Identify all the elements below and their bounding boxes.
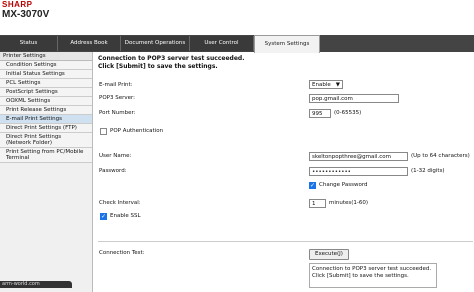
pop3-server-input[interactable]: pop.gmail.com	[309, 94, 399, 103]
username-label: User Name:	[99, 153, 132, 159]
chevron-down-icon: ▼	[335, 82, 340, 88]
sidebar-group-printer-settings[interactable]: Printer Settings	[0, 52, 92, 61]
username-input[interactable]: skeltonpopthree@gmail.com	[309, 152, 408, 161]
password-hint: (1-32 digits)	[411, 168, 445, 174]
model-name: MX-3070V	[2, 9, 50, 20]
port-number-label: Port Number:	[99, 110, 136, 116]
result-line2: Click [Submit] to save the settings.	[312, 273, 409, 279]
pop-authentication-checkbox[interactable]	[100, 128, 107, 135]
port-number-hint: (0-65535)	[334, 110, 362, 116]
tab-system-settings[interactable]: System Settings	[254, 35, 320, 53]
status-message-line2: Click [Submit] to save the settings.	[98, 63, 218, 70]
username-hint: (Up to 64 characters)	[411, 153, 470, 159]
sidebar-item-direct-print-ftp[interactable]: Direct Print Settings (FTP)	[0, 124, 92, 133]
check-interval-hint: minutes(1-60)	[329, 200, 369, 206]
sidebar-item-postscript-settings[interactable]: PostScript Settings	[0, 88, 92, 97]
connection-test-result: Connection to POP3 server test succeeded…	[309, 263, 437, 288]
port-number-input[interactable]: 995	[309, 109, 331, 118]
status-message-line1: Connection to POP3 server test succeeded…	[98, 55, 245, 62]
pop3-server-label: POP3 Server:	[99, 95, 136, 101]
change-password-checkbox[interactable]: ✓	[309, 182, 316, 189]
tab-user-control[interactable]: User Control	[190, 36, 254, 51]
email-print-select[interactable]: Enable ▼	[309, 80, 343, 89]
result-line1: Connection to POP3 server test succeeded…	[312, 266, 432, 272]
status-bar-url: arm-world.com	[0, 281, 72, 288]
main-panel: Connection to POP3 server test succeeded…	[96, 52, 474, 288]
divider	[98, 241, 473, 242]
connection-test-label: Connection Test:	[99, 250, 145, 256]
password-label: Password:	[99, 168, 127, 174]
check-interval-label: Check Interval:	[99, 200, 141, 206]
check-interval-input[interactable]: 1	[309, 199, 326, 208]
brand-logo: SHARP	[2, 0, 33, 9]
sidebar-item-print-release-settings[interactable]: Print Release Settings	[0, 106, 92, 115]
password-input[interactable]: ••••••••••••	[309, 167, 408, 176]
enable-ssl-checkbox[interactable]: ✓	[100, 213, 107, 220]
sidebar-item-direct-print-network-folder[interactable]: Direct Print Settings (Network Folder)	[0, 133, 92, 148]
main-tabs: Status Address Book Document Operations …	[0, 35, 474, 53]
sidebar-item-print-setting-pc-mobile[interactable]: Print Setting from PC/Mobile Terminal	[0, 148, 92, 163]
email-print-value: Enable	[312, 82, 331, 88]
tab-status[interactable]: Status	[0, 36, 58, 51]
status-message: Connection to POP3 server test succeeded…	[98, 55, 244, 71]
execute-button[interactable]: Execute(J)	[309, 249, 349, 260]
enable-ssl-label: Enable SSL	[110, 213, 141, 219]
header: SHARP MX-3070V	[0, 0, 474, 36]
pop-authentication-label: POP Authentication	[110, 128, 164, 134]
sidebar-item-email-print-settings[interactable]: E-mail Print Settings	[0, 115, 92, 124]
change-password-label: Change Password	[319, 182, 368, 188]
tab-document-operations[interactable]: Document Operations	[121, 36, 190, 51]
sidebar-item-pcl-settings[interactable]: PCL Settings	[0, 79, 92, 88]
tab-address-book[interactable]: Address Book	[58, 36, 121, 51]
sidebar-item-initial-status-settings[interactable]: Initial Status Settings	[0, 70, 92, 79]
email-print-label: E-mail Print:	[99, 82, 133, 88]
sidebar-item-condition-settings[interactable]: Condition Settings	[0, 61, 92, 70]
sidebar-item-ooxml-settings[interactable]: OOXML Settings	[0, 97, 92, 106]
sidebar: Printer Settings Condition Settings Init…	[0, 52, 93, 292]
